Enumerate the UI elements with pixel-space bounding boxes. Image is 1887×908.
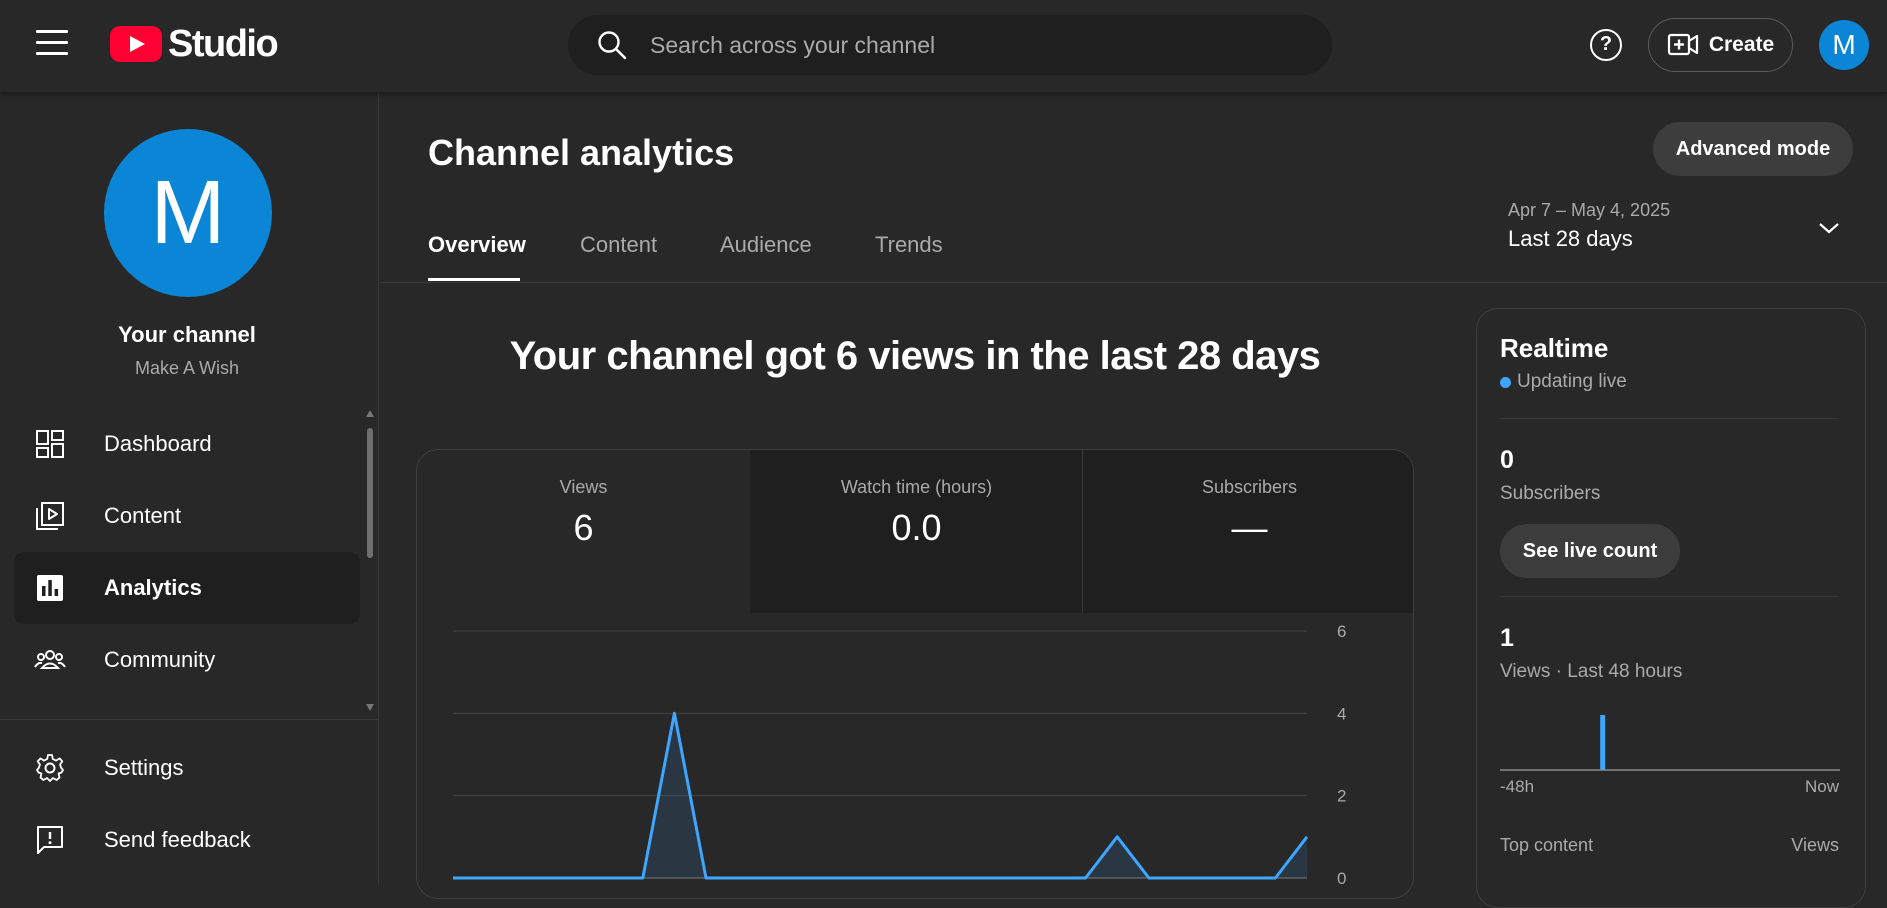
summary-headline: Your channel got 6 views in the last 28 … <box>509 334 1321 378</box>
community-icon <box>34 650 66 669</box>
account-avatar[interactable]: M <box>1819 20 1869 70</box>
top-content-label: Top content <box>1500 835 1594 855</box>
create-button[interactable]: Create <box>1648 18 1793 72</box>
tab-trends[interactable]: Trends <box>875 232 943 258</box>
sidebar-item-label: Content <box>104 503 182 528</box>
metric-value: 6 <box>573 507 594 548</box>
top-content-views-header: Views <box>1791 835 1839 855</box>
scroll-up-arrow[interactable] <box>366 410 374 417</box>
page-title: Channel analytics <box>428 132 735 173</box>
live-dot-icon <box>1500 376 1511 388</box>
sidebar-item-dashboard[interactable]: Dashboard <box>14 408 360 480</box>
channel-subtitle: Make A Wish <box>134 358 240 378</box>
metric-watch-time[interactable]: Watch time (hours) 0.0 <box>750 450 1083 613</box>
feedback-icon <box>37 826 63 854</box>
logo-text: Studio <box>168 22 279 65</box>
realtime-panel: Realtime Updating live 0 Subscribers See… <box>1476 308 1866 908</box>
realtime-axis-end: Now <box>1804 777 1839 796</box>
top-bar: Studio ? Create M <box>0 0 1887 92</box>
metrics-card: Views 6 Watch time (hours) 0.0 Subscribe… <box>416 449 1414 899</box>
y-tick-label: 0 <box>1337 869 1346 888</box>
realtime-title: Realtime <box>1500 333 1609 363</box>
realtime-status: Updating live <box>1500 371 1627 393</box>
date-range-picker[interactable]: Apr 7 – May 4, 2025 Last 28 days <box>1508 198 1868 258</box>
realtime-subscribers-value: 0 <box>1500 446 1514 474</box>
realtime-divider <box>1500 418 1839 419</box>
sidebar-item-send-feedback[interactable]: Send feedback <box>14 804 360 876</box>
realtime-views-label: Views · Last 48 hours <box>1500 661 1683 682</box>
sidebar-item-settings[interactable]: Settings <box>14 732 360 804</box>
sidebar-item-analytics[interactable]: Analytics <box>14 552 360 624</box>
metric-label: Watch time (hours) <box>840 477 993 497</box>
sidebar-item-content[interactable]: Content <box>14 480 360 552</box>
date-range-text: Apr 7 – May 4, 2025 <box>1508 200 1671 220</box>
sidebar: M Your channel Make A Wish Dashboard Con… <box>0 92 379 884</box>
tabs-divider <box>380 282 1887 283</box>
studio-logo[interactable]: Studio <box>110 22 279 65</box>
sidebar-scrollbar-thumb[interactable] <box>367 428 373 558</box>
realtime-views-value: 1 <box>1500 624 1514 652</box>
sidebar-item-label: Settings <box>104 755 184 780</box>
menu-icon[interactable] <box>36 30 68 58</box>
sidebar-item-community[interactable]: Community <box>14 624 360 696</box>
sidebar-item-label: Send feedback <box>104 827 251 852</box>
tab-overview[interactable]: Overview <box>428 232 526 258</box>
search-bar[interactable] <box>568 15 1332 75</box>
sidebar-item-label: Dashboard <box>104 431 212 456</box>
views-line-chart: 6 4 2 0 <box>453 622 1346 888</box>
scroll-down-arrow[interactable] <box>366 704 374 711</box>
content-icon <box>36 502 64 530</box>
search-input[interactable] <box>650 25 1332 65</box>
metric-label: Subscribers <box>1201 477 1298 497</box>
y-tick-label: 2 <box>1337 787 1346 806</box>
dashboard-icon <box>36 430 64 458</box>
sidebar-divider <box>0 719 378 720</box>
tab-content[interactable]: Content <box>580 232 657 258</box>
metric-value: 0.0 <box>891 507 942 548</box>
realtime-divider <box>1500 596 1839 597</box>
sidebar-item-label: Analytics <box>104 575 202 600</box>
realtime-status-text: Updating live <box>1517 371 1627 392</box>
y-tick-label: 6 <box>1337 622 1346 641</box>
create-video-icon <box>1667 33 1698 56</box>
realtime-views-bar-chart <box>1500 715 1840 771</box>
y-tick-label: 4 <box>1337 704 1346 723</box>
metric-value: — <box>1231 507 1268 548</box>
youtube-play-icon <box>110 26 162 62</box>
realtime-subscribers-label: Subscribers <box>1500 483 1601 504</box>
realtime-axis-start: -48h <box>1500 777 1535 796</box>
metric-label: Views <box>559 477 608 497</box>
date-range-label: Last 28 days <box>1508 226 1633 251</box>
channel-name: Your channel <box>118 322 256 347</box>
create-label: Create <box>1708 33 1775 56</box>
active-tab-indicator <box>428 278 520 281</box>
gear-icon <box>36 754 64 782</box>
chevron-down-icon <box>1819 223 1839 234</box>
advanced-mode-button[interactable]: Advanced mode <box>1653 122 1853 176</box>
realtime-bar <box>1600 715 1606 770</box>
channel-avatar[interactable]: M <box>104 129 272 297</box>
see-live-count-button[interactable]: See live count <box>1500 524 1680 578</box>
tab-audience[interactable]: Audience <box>720 232 812 258</box>
search-icon[interactable] <box>596 29 628 61</box>
help-icon[interactable]: ? <box>1590 29 1622 61</box>
sidebar-item-label: Community <box>104 647 216 672</box>
analytics-icon <box>37 575 63 601</box>
metric-subscribers[interactable]: Subscribers — <box>1083 450 1413 613</box>
metric-views[interactable]: Views 6 <box>417 450 750 613</box>
